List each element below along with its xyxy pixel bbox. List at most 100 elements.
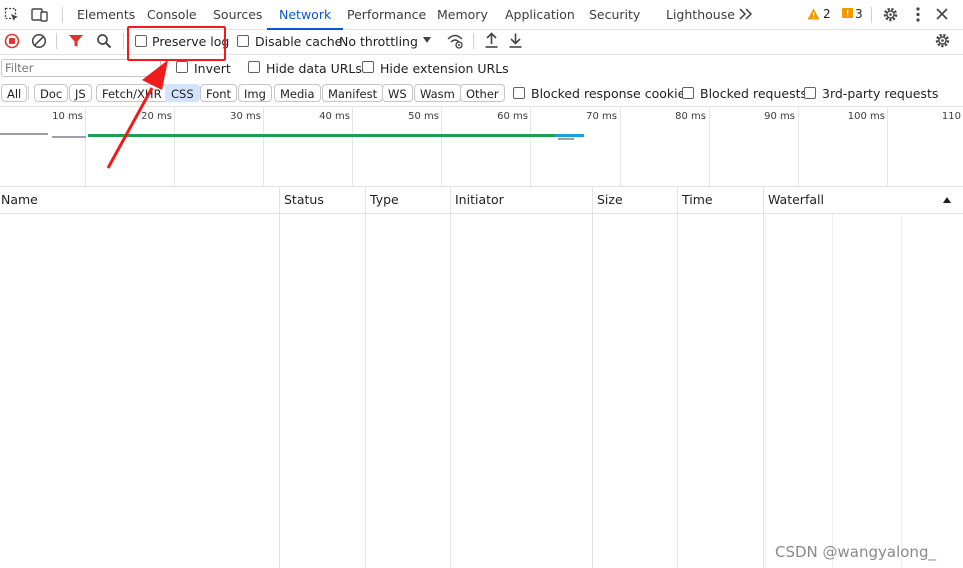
- tab-network[interactable]: Network: [266, 0, 344, 30]
- timeline-gridline: [530, 106, 531, 186]
- timeline-tick-label: 60 ms: [497, 111, 528, 122]
- blocked-response-cookies-checkbox[interactable]: [513, 87, 525, 99]
- timeline-tick-label: 110: [941, 111, 961, 122]
- timeline-tick-label: 40 ms: [319, 111, 350, 122]
- divider: [123, 33, 124, 49]
- disable-cache-label[interactable]: Disable cache: [255, 34, 342, 49]
- type-filter-ws[interactable]: WS: [382, 84, 413, 102]
- tab-security[interactable]: Security: [589, 0, 640, 29]
- timeline-gridline: [352, 106, 353, 186]
- timeline-gridline: [620, 106, 621, 186]
- tab-lighthouse[interactable]: Lighthouse: [666, 0, 735, 29]
- divider: [473, 33, 474, 49]
- column-header-size[interactable]: Size: [597, 187, 623, 213]
- close-icon[interactable]: [935, 7, 949, 21]
- timeline-gridline: [441, 106, 442, 186]
- waterfall-gridline: [765, 214, 766, 568]
- type-filter-other[interactable]: Other: [460, 84, 505, 102]
- column-divider[interactable]: [763, 187, 764, 568]
- inspect-element-icon[interactable]: [4, 7, 20, 23]
- device-toolbar-icon[interactable]: [31, 7, 49, 23]
- watermark-text: CSDN @wangyalong_: [775, 543, 936, 561]
- dropdown-arrow-icon[interactable]: [422, 36, 432, 44]
- type-filter-manifest[interactable]: Manifest: [322, 84, 384, 102]
- issue-flag-icon[interactable]: [842, 8, 853, 20]
- request-bar-gray: [52, 136, 86, 138]
- network-settings-gear-icon[interactable]: [934, 32, 951, 49]
- type-filter-doc[interactable]: Doc: [34, 84, 69, 102]
- more-options-icon[interactable]: [912, 6, 924, 23]
- tab-console[interactable]: Console: [147, 0, 197, 29]
- request-bar-gray: [558, 138, 574, 140]
- tab-elements[interactable]: Elements: [77, 0, 135, 29]
- timeline-gridline: [263, 106, 264, 186]
- timeline-gridline: [85, 106, 86, 186]
- waterfall-gridline: [832, 214, 833, 568]
- column-divider[interactable]: [365, 187, 366, 568]
- invert-label[interactable]: Invert: [194, 61, 231, 76]
- type-filter-img[interactable]: Img: [238, 84, 272, 102]
- column-header-type[interactable]: Type: [370, 187, 399, 213]
- type-filter-media[interactable]: Media: [274, 84, 321, 102]
- timeline-gridline: [709, 106, 710, 186]
- tab-memory[interactable]: Memory: [437, 0, 488, 29]
- timeline-tick-label: 80 ms: [675, 111, 706, 122]
- column-divider[interactable]: [279, 187, 280, 568]
- type-filter-js[interactable]: JS: [69, 84, 92, 102]
- throttling-select[interactable]: No throttling: [339, 34, 418, 49]
- sort-ascending-icon[interactable]: [942, 196, 952, 204]
- warning-icon[interactable]: [807, 8, 820, 20]
- blocked-requests-checkbox[interactable]: [682, 87, 694, 99]
- request-bar-blue: [555, 134, 584, 137]
- column-header-time[interactable]: Time: [682, 187, 713, 213]
- third-party-requests-checkbox[interactable]: [804, 87, 816, 99]
- tab-application[interactable]: Application: [505, 0, 575, 29]
- timeline-tick-label: 70 ms: [586, 111, 617, 122]
- timeline-tick-label: 30 ms: [230, 111, 261, 122]
- third-party-requests-label[interactable]: 3rd-party requests: [822, 86, 938, 101]
- divider: [28, 86, 29, 100]
- type-filter-wasm[interactable]: Wasm: [414, 84, 461, 102]
- timeline-tick-label: 10 ms: [52, 111, 83, 122]
- issue-count[interactable]: 3: [855, 7, 863, 21]
- divider: [62, 7, 63, 23]
- tab-performance[interactable]: Performance: [347, 0, 426, 29]
- requests-table-header: Name Status Type Initiator Size Time Wat…: [0, 187, 963, 214]
- column-divider[interactable]: [677, 187, 678, 568]
- type-filter-font[interactable]: Font: [200, 84, 238, 102]
- divider: [56, 33, 57, 49]
- blocked-requests-label[interactable]: Blocked requests: [700, 86, 807, 101]
- timeline-tick-label: 90 ms: [764, 111, 795, 122]
- hide-extension-urls-checkbox[interactable]: [362, 61, 374, 73]
- filter-funnel-icon[interactable]: [68, 33, 84, 49]
- hide-data-urls-checkbox[interactable]: [248, 61, 260, 73]
- type-filter-all[interactable]: All: [1, 84, 28, 102]
- request-bar-gray: [0, 133, 48, 135]
- disable-cache-checkbox[interactable]: [237, 35, 249, 47]
- export-har-download-icon[interactable]: [508, 32, 523, 49]
- waterfall-gridline: [901, 214, 902, 568]
- divider: [871, 7, 872, 23]
- timeline-gridline: [887, 106, 888, 186]
- import-har-upload-icon[interactable]: [484, 32, 499, 49]
- hide-data-urls-label[interactable]: Hide data URLs: [266, 61, 362, 76]
- column-header-name[interactable]: Name: [1, 187, 38, 213]
- settings-gear-icon[interactable]: [882, 6, 899, 23]
- column-divider[interactable]: [592, 187, 593, 568]
- column-divider[interactable]: [450, 187, 451, 568]
- hide-extension-urls-label[interactable]: Hide extension URLs: [380, 61, 509, 76]
- chevron-double-right-icon[interactable]: [738, 7, 754, 21]
- record-stop-icon[interactable]: [4, 33, 20, 49]
- warning-count[interactable]: 2: [823, 7, 831, 21]
- column-header-status[interactable]: Status: [284, 187, 324, 213]
- timeline-tick-label: 100 ms: [847, 111, 885, 122]
- clear-icon[interactable]: [31, 33, 47, 49]
- search-icon[interactable]: [96, 33, 112, 49]
- column-header-initiator[interactable]: Initiator: [455, 187, 504, 213]
- network-conditions-wifi-icon[interactable]: [446, 32, 464, 49]
- annotation-arrow: [106, 60, 168, 169]
- blocked-response-cookies-label[interactable]: Blocked response cookies: [531, 86, 692, 101]
- tab-sources[interactable]: Sources: [213, 0, 262, 29]
- annotation-highlight-box: [127, 26, 226, 61]
- column-header-waterfall[interactable]: Waterfall: [768, 187, 824, 213]
